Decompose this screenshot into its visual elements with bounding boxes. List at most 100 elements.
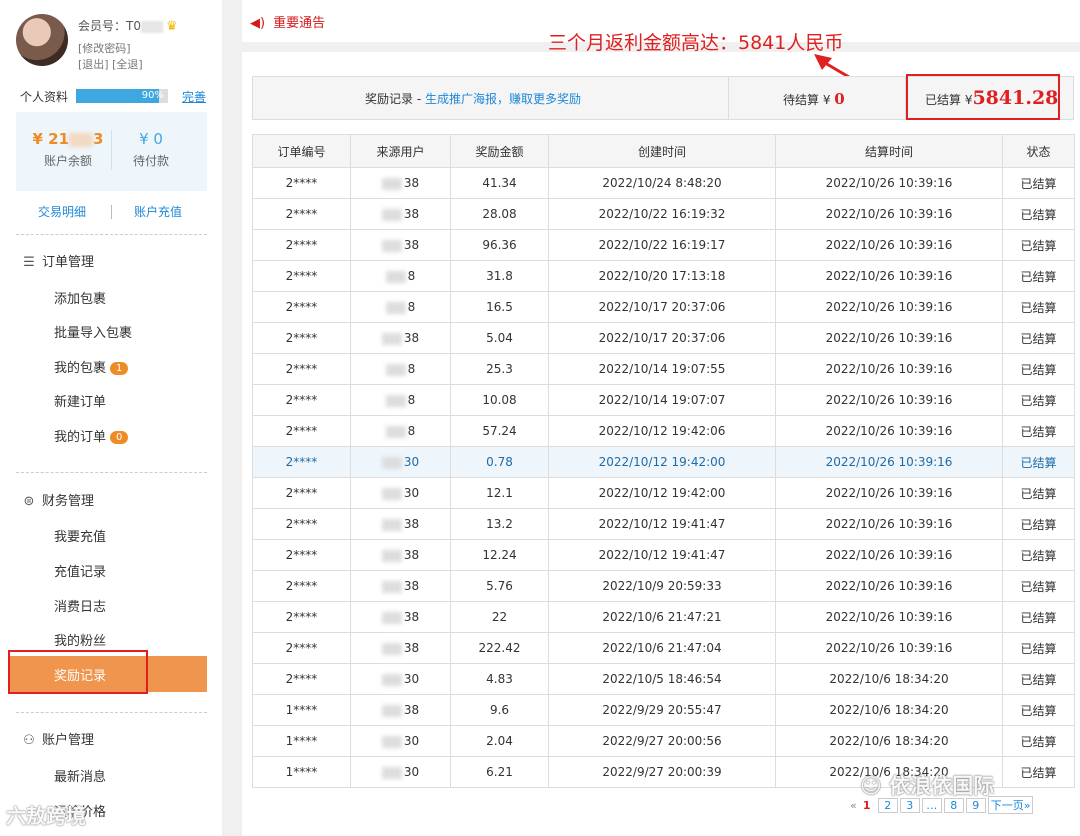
source-user-redacted (381, 239, 402, 252)
table-row[interactable]: 1**** 30 2.04 2022/9/27 20:00:56 2022/10/6 1… (252, 725, 1075, 757)
page-3-button[interactable]: 3 (899, 798, 920, 813)
table-row[interactable]: 2**** 38 96.36 2022/10/22 16:19:17 2022/10/2… (252, 229, 1075, 261)
highlight-box (8, 650, 148, 694)
settled-time-cell: 2022/10/26 10:39:16 (775, 229, 1003, 261)
next-page-button[interactable]: 下一页» (987, 796, 1034, 814)
table-row[interactable]: 2**** 30 0.78 2022/10/12 19:42:00 2022/10/26… (252, 446, 1075, 478)
generate-poster-link[interactable]: 生成推广海报，赚取更多奖励 (425, 92, 581, 106)
source-user-suffix: 8 (407, 362, 416, 376)
settled-time-cell: 2022/10/26 10:39:16 (775, 601, 1003, 633)
balance-divider (111, 130, 112, 170)
reward-amount-cell: 6.21 (450, 756, 549, 788)
section-finance[interactable]: ⊜ 财务管理 (22, 490, 94, 509)
avatar[interactable] (16, 14, 68, 66)
table-row[interactable]: 2**** 8 31.8 2022/10/20 17:13:18 2022/10/26 … (252, 260, 1075, 292)
order-number-cell: 2**** (252, 477, 351, 509)
order-number-cell: 2**** (252, 322, 351, 354)
menu-recharge-records[interactable]: 充值记录 (54, 561, 106, 580)
settled-time-cell: 2022/10/26 10:39:16 (775, 384, 1003, 416)
prev-page-button[interactable]: « (850, 799, 857, 812)
menu-new-order[interactable]: 新建订单 (54, 391, 106, 410)
created-time-cell: 2022/10/20 17:13:18 (548, 260, 776, 292)
reward-amount-cell: 41.34 (450, 167, 549, 199)
created-time-cell: 2022/10/12 19:42:00 (548, 477, 776, 509)
menu-latest-news[interactable]: 最新消息 (54, 766, 106, 785)
balance-redacted (69, 132, 94, 147)
table-row[interactable]: 1**** 38 9.6 2022/9/29 20:55:47 2022/10/6 18… (252, 694, 1075, 726)
source-user-cell: 38 (350, 539, 451, 571)
section-account[interactable]: ⚇ 账户管理 (22, 729, 94, 748)
table-row[interactable]: 2**** 8 10.08 2022/10/14 19:07:07 2022/10/26… (252, 384, 1075, 416)
table-row[interactable]: 2**** 30 4.83 2022/10/5 18:46:54 2022/10/6 1… (252, 663, 1075, 695)
source-user-suffix: 30 (403, 455, 420, 469)
recharge-link[interactable]: 账户充值 (134, 203, 182, 220)
menu-my-packages[interactable]: 我的包裹 1 (54, 357, 129, 376)
source-user-redacted (385, 394, 406, 407)
balance-amount-value: ¥ 21 (32, 130, 70, 148)
table-row[interactable]: 2**** 8 16.5 2022/10/17 20:37:06 2022/10/26 … (252, 291, 1075, 323)
balance-panel: ¥ 21 3 账户余额 ¥ 0 待付款 (16, 112, 207, 191)
settled-time-cell: 2022/10/26 10:39:16 (775, 570, 1003, 602)
reward-amount-cell: 16.5 (450, 291, 549, 323)
menu-batch-import[interactable]: 批量导入包裹 (54, 322, 132, 341)
table-row[interactable]: 2**** 38 13.2 2022/10/12 19:41:47 2022/10/26… (252, 508, 1075, 540)
summary-title: 奖励记录 - 生成推广海报，赚取更多奖励 (365, 90, 581, 107)
profile-label: 个人资料 (20, 90, 69, 104)
notice-bar[interactable]: ◀) 重要通告 (250, 12, 325, 31)
source-user-redacted (381, 673, 402, 686)
source-user-cell: 8 (350, 291, 451, 323)
source-user-suffix: 38 (403, 641, 420, 655)
menu-add-package[interactable]: 添加包裹 (54, 288, 106, 307)
page-2-button[interactable]: 2 (877, 798, 898, 813)
status-cell: 已结算 (1002, 632, 1075, 664)
member-id-redacted (140, 20, 163, 33)
table-row[interactable]: 2**** 38 222.42 2022/10/6 21:47:04 2022/10/2… (252, 632, 1075, 664)
menu-my-fans[interactable]: 我的粉丝 (54, 630, 106, 649)
source-user-suffix: 30 (403, 734, 420, 748)
source-user-cell: 30 (350, 725, 451, 757)
section-orders-title: 订单管理 (42, 255, 95, 270)
table-row[interactable]: 2**** 38 12.24 2022/10/12 19:41:47 2022/10/2… (252, 539, 1075, 571)
balance-amount: ¥ 21 3 (28, 130, 108, 148)
settled-time-cell: 2022/10/26 10:39:16 (775, 508, 1003, 540)
page-1-button[interactable]: 1 (858, 799, 876, 812)
page-8-button[interactable]: 8 (943, 798, 964, 813)
menu-consumption-log[interactable]: 消费日志 (54, 596, 106, 615)
table-row[interactable]: 2**** 8 25.3 2022/10/14 19:07:55 2022/10/26 … (252, 353, 1075, 385)
annotation-text: 三个月返利金额高达：5841人民币 (548, 32, 844, 54)
menu-recharge[interactable]: 我要充值 (54, 526, 106, 545)
pending-payment: ¥ 0 待付款 (116, 130, 186, 169)
table-row[interactable]: 2**** 38 28.08 2022/10/22 16:19:32 2022/10/2… (252, 198, 1075, 230)
created-time-cell: 2022/10/17 20:37:06 (548, 291, 776, 323)
source-user-cell: 30 (350, 477, 451, 509)
change-password-link[interactable]: [修改密码] (78, 40, 131, 56)
source-user-suffix: 8 (407, 300, 416, 314)
created-time-cell: 2022/10/6 21:47:04 (548, 632, 776, 664)
menu-my-orders-label: 我的订单 (54, 430, 107, 445)
section-orders[interactable]: ☰ 订单管理 (22, 251, 94, 270)
yen-icon: ⊜ (23, 494, 35, 509)
table-row[interactable]: 2**** 8 57.24 2022/10/12 19:42:06 2022/10/26… (252, 415, 1075, 447)
member-id: 会员号：T0 ♛ (78, 17, 178, 34)
col-reward-amount: 奖励金额 (450, 134, 549, 168)
status-cell: 已结算 (1002, 384, 1075, 416)
source-user-suffix: 30 (403, 765, 420, 779)
logout-links[interactable]: [退出] [全退] (78, 56, 143, 72)
table-row[interactable]: 2**** 38 5.76 2022/10/9 20:59:33 2022/10/26 … (252, 570, 1075, 602)
table-row[interactable]: 2**** 38 41.34 2022/10/24 8:48:20 2022/10/26… (252, 167, 1075, 199)
page-ellipsis-button[interactable]: … (921, 798, 942, 813)
created-time-cell: 2022/9/27 20:00:56 (548, 725, 776, 757)
page-9-button[interactable]: 9 (965, 798, 986, 813)
complete-profile-link[interactable]: 完善 (182, 88, 206, 105)
reward-amount-cell: 22 (450, 601, 549, 633)
source-user-cell: 38 (350, 198, 451, 230)
speaker-icon: ◀) (250, 16, 266, 31)
table-row[interactable]: 2**** 38 22 2022/10/6 21:47:21 2022/10/26 10… (252, 601, 1075, 633)
table-row[interactable]: 2**** 38 5.04 2022/10/17 20:37:06 2022/10/26… (252, 322, 1075, 354)
settled-time-cell: 2022/10/26 10:39:16 (775, 415, 1003, 447)
reward-amount-cell: 4.83 (450, 663, 549, 695)
menu-my-orders[interactable]: 我的订单 0 (54, 426, 129, 445)
transactions-link[interactable]: 交易明细 (38, 203, 86, 220)
table-row[interactable]: 2**** 30 12.1 2022/10/12 19:42:00 2022/10/26… (252, 477, 1075, 509)
profile-progress-bar: 90% (76, 89, 168, 103)
